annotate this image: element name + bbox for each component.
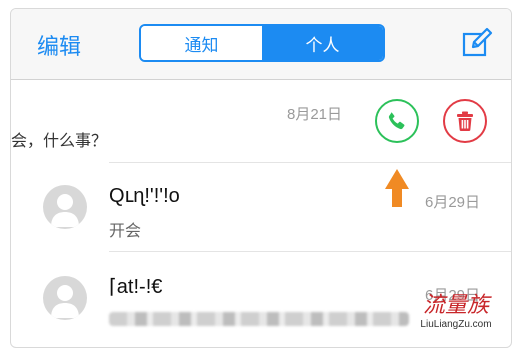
tab-personal[interactable]: 个人 <box>262 26 383 60</box>
phone-icon <box>388 112 405 130</box>
list-item-swiped[interactable]: 会，什么事？ 8月21日 <box>11 81 511 163</box>
avatar <box>43 185 87 229</box>
nav-bar: 编辑 通知 个人 <box>11 9 511 80</box>
tab-notifications[interactable]: 通知 <box>141 26 262 60</box>
avatar-placeholder-icon <box>51 285 79 318</box>
blurred-message-preview <box>109 312 409 326</box>
avatar <box>43 276 87 320</box>
message-date: 8月21日 <box>287 106 343 123</box>
segmented-control: 通知 个人 <box>139 24 385 62</box>
message-preview: 开会 <box>109 223 142 240</box>
contact-name: ⌈at!-!€ <box>109 276 163 298</box>
call-button[interactable] <box>375 99 419 143</box>
list-item[interactable]: Qւɳ!'!'!o 开会 6月29日 <box>11 163 511 251</box>
compose-button[interactable] <box>461 27 493 59</box>
compose-icon <box>462 27 493 57</box>
edit-button[interactable]: 编辑 <box>37 29 81 61</box>
watermark-logo: 流量族 LiuLiangZu.com <box>420 293 492 331</box>
contact-name: Qւɳ!'!'!o <box>109 185 180 207</box>
delete-button[interactable] <box>443 99 487 143</box>
avatar-placeholder-icon <box>51 194 79 227</box>
trash-icon <box>457 111 473 131</box>
message-date: 6月29日 <box>425 194 481 211</box>
message-preview: 会，什么事？ <box>11 133 108 150</box>
